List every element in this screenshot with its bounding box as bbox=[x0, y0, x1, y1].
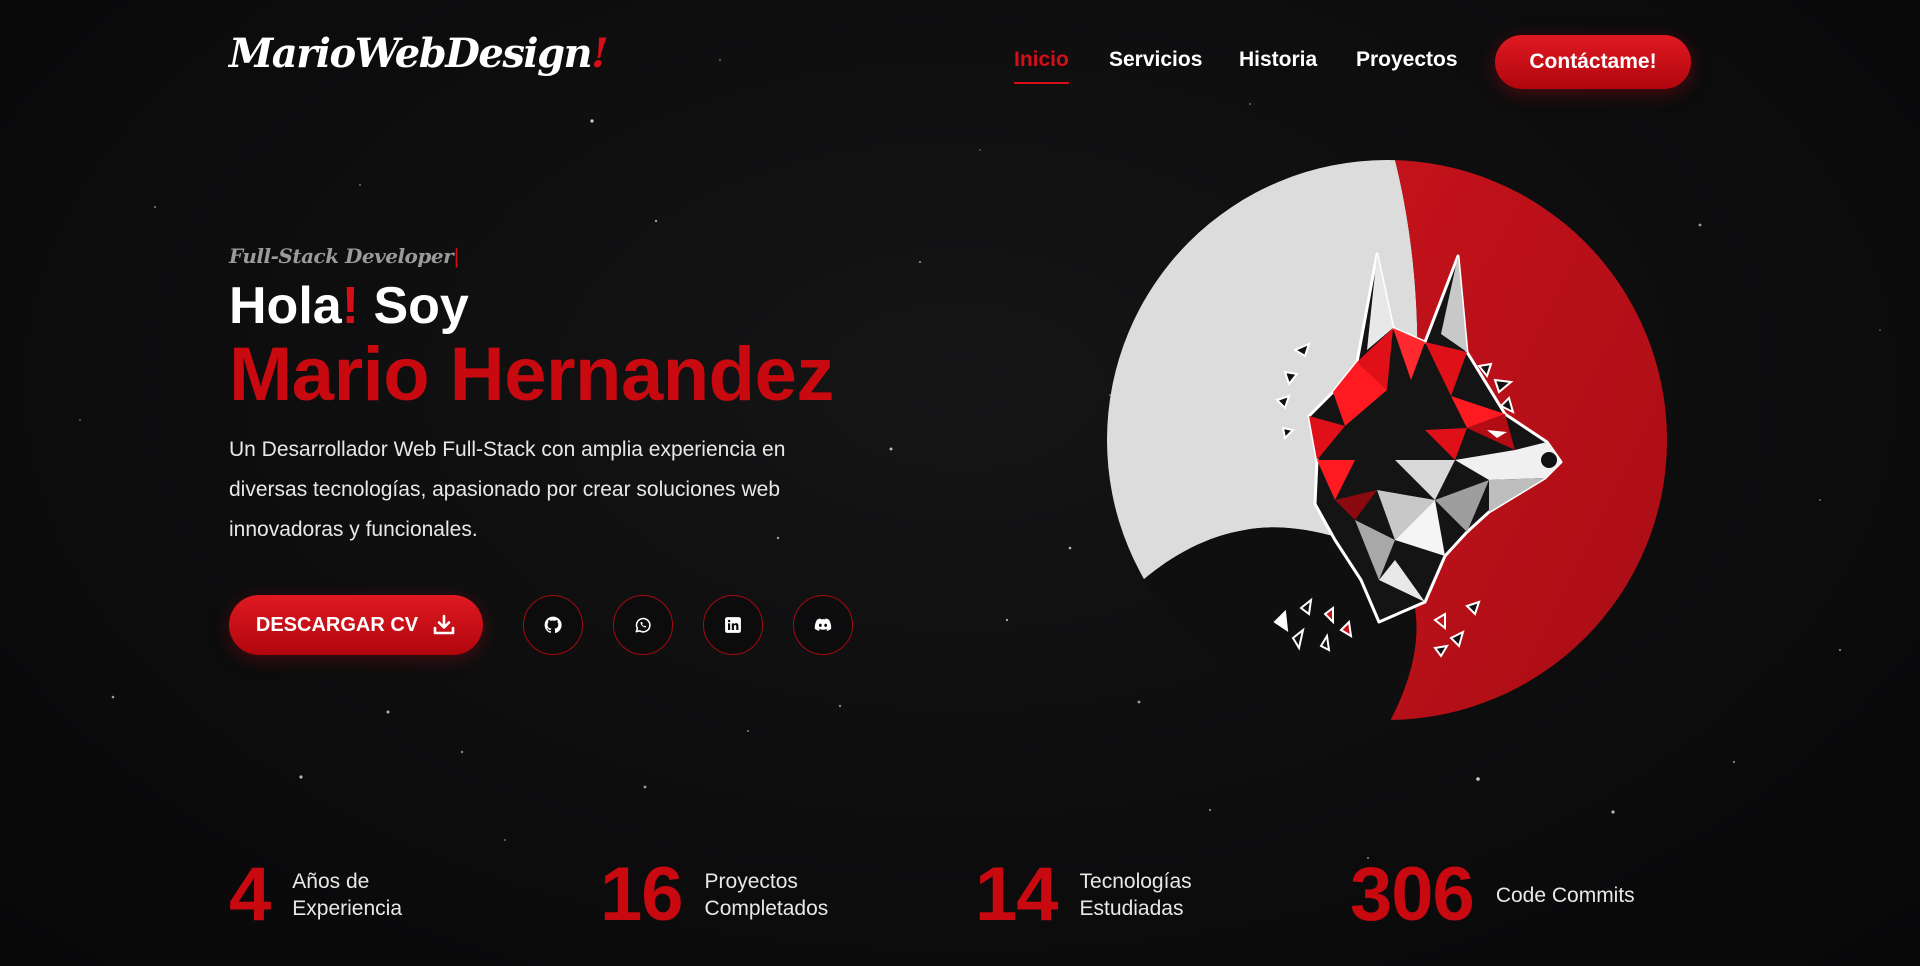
greeting: Hola! Soy bbox=[229, 276, 469, 336]
stat-technologies: 14 Tecnologías Estudiadas bbox=[975, 855, 1192, 935]
stat-label-line1: Años de bbox=[292, 870, 370, 893]
stat-projects: 16 Proyectos Completados bbox=[600, 855, 828, 935]
logo-text: MarioWebDesign bbox=[229, 30, 593, 77]
stat-label: Code Commits bbox=[1495, 883, 1635, 907]
logo-accent: ! bbox=[591, 30, 609, 77]
discord-icon bbox=[814, 618, 832, 631]
whatsapp-link[interactable] bbox=[613, 595, 673, 655]
hero-description: Un Desarrollador Web Full-Stack con ampl… bbox=[229, 438, 786, 541]
contact-button[interactable]: Contáctame! bbox=[1495, 35, 1691, 89]
stat-label-line2: Estudiadas bbox=[1079, 897, 1184, 920]
site-logo[interactable]: MarioWebDesign! bbox=[229, 30, 609, 77]
role-text: Full-Stack Developer bbox=[229, 244, 454, 268]
stat-label-line2: Completados bbox=[704, 897, 829, 920]
nav-link-proyectos[interactable]: Proyectos bbox=[1356, 48, 1458, 72]
role-subtitle: Full-Stack Developer| bbox=[229, 244, 460, 268]
stat-label: Proyectos Completados bbox=[705, 868, 829, 922]
stat-label-line1: Tecnologías bbox=[1079, 870, 1192, 893]
nav-active-underline bbox=[1014, 82, 1069, 84]
nav-link-historia[interactable]: Historia bbox=[1239, 48, 1317, 72]
linkedin-link[interactable] bbox=[703, 595, 763, 655]
stat-label: Años de Experiencia bbox=[292, 868, 402, 922]
stat-value: 16 bbox=[600, 852, 684, 937]
stat-value: 14 bbox=[975, 852, 1059, 937]
typing-cursor: | bbox=[453, 244, 460, 268]
nav-link-inicio[interactable]: Inicio bbox=[1014, 48, 1069, 72]
stat-label-line1: Proyectos bbox=[704, 870, 798, 893]
greeting-start: Hola bbox=[229, 277, 342, 335]
stat-commits: 306 Code Commits bbox=[1350, 855, 1635, 935]
nav-link-servicios[interactable]: Servicios bbox=[1109, 48, 1202, 72]
greeting-end: Soy bbox=[359, 277, 469, 335]
stat-label: Tecnologías Estudiadas bbox=[1080, 868, 1192, 922]
discord-link[interactable] bbox=[793, 595, 853, 655]
whatsapp-icon bbox=[635, 617, 651, 633]
linkedin-icon bbox=[725, 617, 741, 633]
stat-label-line2: Experiencia bbox=[292, 897, 403, 920]
stat-value: 306 bbox=[1350, 852, 1475, 937]
stat-experience: 4 Años de Experiencia bbox=[229, 855, 402, 935]
download-icon bbox=[433, 614, 455, 635]
github-link[interactable] bbox=[523, 595, 583, 655]
page: MarioWebDesign! Inicio Servicios Histori… bbox=[0, 0, 1920, 966]
download-cv-button[interactable]: DESCARGAR CV bbox=[229, 595, 483, 655]
hero-name: Mario Hernandez bbox=[229, 332, 834, 417]
download-cv-label: DESCARGAR CV bbox=[255, 613, 419, 636]
wolf-illustration bbox=[1107, 160, 1667, 720]
stat-value: 4 bbox=[229, 852, 271, 937]
greeting-bang: ! bbox=[341, 277, 360, 335]
github-icon bbox=[544, 616, 562, 634]
